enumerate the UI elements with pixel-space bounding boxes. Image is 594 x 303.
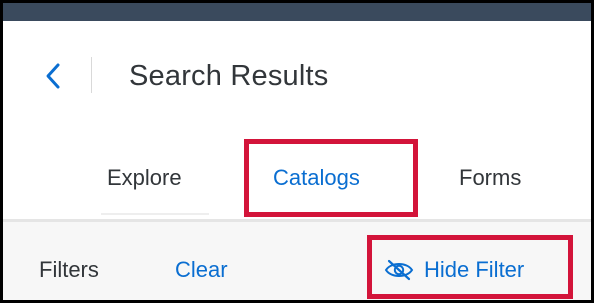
app-frame: Search Results Explore Catalogs Forms Fi… [0, 0, 594, 303]
tab-bar: Explore Catalogs Forms [3, 153, 591, 203]
back-button[interactable] [39, 61, 69, 91]
chevron-left-icon [46, 63, 60, 89]
eye-slash-icon [384, 259, 414, 281]
shell-bar [3, 3, 591, 21]
clear-filters-link[interactable]: Clear [175, 257, 228, 283]
page-title: Search Results [129, 60, 329, 92]
tab-underline [101, 213, 209, 215]
header-divider [91, 57, 92, 93]
hide-filter-label: Hide Filter [424, 257, 525, 282]
filter-bar: Filters Clear Hide Filter [3, 222, 591, 300]
tab-catalogs[interactable]: Catalogs [273, 165, 360, 191]
hide-filter-button[interactable]: Hide Filter [383, 255, 524, 285]
tab-forms[interactable]: Forms [459, 165, 521, 191]
tab-explore[interactable]: Explore [107, 165, 182, 191]
filters-label: Filters [39, 257, 99, 282]
